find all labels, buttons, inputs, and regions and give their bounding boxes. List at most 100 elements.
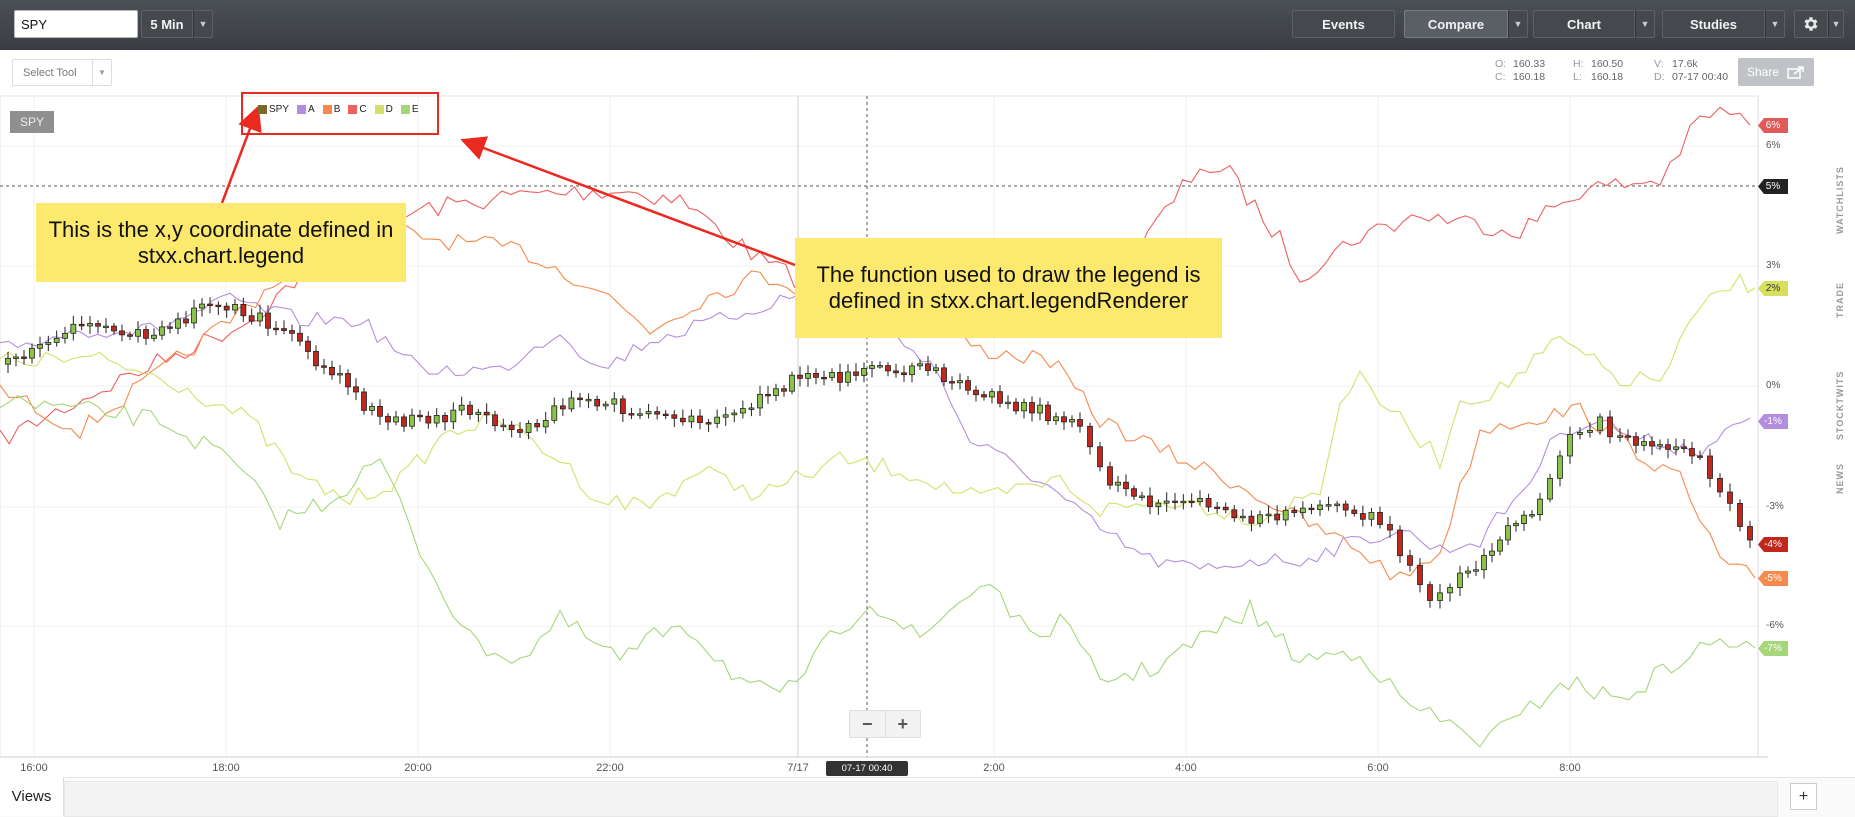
spy-candle-body [1649, 441, 1655, 447]
spy-candle-body [933, 367, 939, 371]
y-axis-price-tag: 6% [1758, 118, 1788, 133]
spy-candle-body [119, 330, 125, 336]
side-tab-news[interactable]: NEWS [1826, 448, 1854, 510]
spy-candle-body [1299, 507, 1306, 513]
spy-candle-body [159, 326, 165, 336]
y-axis-label: 6% [1766, 140, 1781, 151]
spy-candle-body [1747, 526, 1753, 541]
y-axis-price-tag: -5% [1758, 571, 1788, 586]
spy-candle-body [997, 391, 1003, 404]
spy-candle-body [1567, 434, 1573, 457]
x-axis-label: 16:00 [20, 762, 48, 774]
spy-candle-body [1061, 416, 1067, 423]
spy-candle-body [1282, 509, 1289, 521]
spy-candle-body [433, 415, 440, 424]
spy-candle-body [377, 405, 383, 417]
spy-candle-body [450, 409, 457, 423]
spy-candle-body [207, 303, 213, 306]
spy-candle-body [739, 408, 746, 414]
side-tab-trade[interactable]: TRADE [1826, 262, 1854, 338]
spy-candle-body [191, 307, 197, 324]
spy-candle-body [199, 303, 205, 309]
spy-candle-body [1697, 455, 1703, 458]
spy-candle-body [1505, 525, 1511, 541]
plot-area [0, 95, 1759, 758]
spy-candle-body [240, 303, 247, 317]
spy-candle-body [1291, 509, 1298, 513]
spy-candle-body [731, 412, 738, 416]
spy-candle-body [893, 370, 899, 374]
spy-candle-body [483, 411, 490, 416]
spy-candle-body [21, 356, 27, 359]
zoom-out-button[interactable]: − [850, 711, 886, 737]
spy-candle-body [1325, 504, 1332, 507]
spy-candle-body [442, 415, 448, 423]
spy-candle-body [1115, 481, 1121, 486]
spy-candle-body [1147, 495, 1153, 508]
spy-candle-body [1717, 477, 1723, 493]
spy-candle-body [361, 391, 367, 411]
spy-candle-body [143, 329, 149, 339]
spy-candle-body [1131, 488, 1137, 497]
spy-candle-body [337, 373, 343, 376]
spy-candle-body [551, 405, 558, 421]
spy-candle-body [662, 413, 669, 417]
zoom-in-button[interactable]: + [886, 711, 921, 737]
spy-candle-body [1737, 502, 1743, 527]
add-view-button[interactable]: + [1790, 783, 1817, 810]
spy-candle-body [289, 330, 295, 334]
spy-candle-body [611, 398, 618, 405]
x-axis-label: 8:00 [1559, 762, 1581, 774]
spy-candle-body [909, 365, 915, 376]
spy-candle-body [5, 357, 11, 365]
views-button[interactable]: Views [0, 777, 64, 816]
spy-candle-body [167, 326, 173, 329]
spy-candle-body [1633, 436, 1639, 446]
spy-candle-body [1155, 502, 1162, 508]
spy-candle-body [70, 323, 77, 334]
spy-candle-body [941, 367, 947, 382]
spy-candle-body [1457, 572, 1463, 588]
spy-candle-body [757, 393, 763, 409]
spy-candle-body [1427, 584, 1433, 601]
spy-candle-body [1021, 402, 1027, 412]
spy-candle-body [273, 327, 279, 331]
spy-candle-body [369, 405, 375, 411]
spy-candle-body [1597, 416, 1603, 431]
y-axis-label: -6% [1766, 620, 1784, 631]
legend-highlight-box [241, 92, 439, 135]
spy-candle-body [821, 376, 827, 380]
side-tab-watchlists[interactable]: WATCHLISTS [1826, 150, 1854, 250]
y-axis-label: -3% [1766, 501, 1784, 512]
spy-candle-body [29, 347, 35, 359]
spy-candle-body [257, 312, 263, 322]
spy-candle-body [1172, 500, 1178, 503]
spy-candle-body [925, 363, 931, 371]
spy-candle-body [773, 388, 779, 396]
spy-candle-body [559, 405, 566, 410]
spy-candle-body [1617, 435, 1623, 438]
spy-candle-body [1013, 401, 1019, 412]
spy-candle-body [1557, 455, 1563, 479]
side-tab-stocktwits[interactable]: STOCKTWITS [1826, 350, 1854, 460]
spy-candle-body [1231, 509, 1238, 519]
crosshair-date-label: 07-17 00:40 [826, 761, 908, 776]
spy-candle-body [1029, 402, 1035, 414]
spy-candle-body [425, 415, 432, 424]
zoom-control: − + [849, 710, 921, 738]
spy-candle-body [1397, 529, 1403, 557]
spy-candle-body [1342, 503, 1349, 511]
spy-candle-body [585, 398, 592, 402]
spy-candle-body [183, 318, 189, 324]
spy-candle-body [1673, 446, 1679, 450]
y-axis-price-tag: -7% [1758, 641, 1788, 656]
spy-candle-body [705, 422, 712, 425]
x-axis-label: 20:00 [404, 762, 432, 774]
spy-candle-body [103, 325, 109, 329]
views-scroll-track[interactable] [64, 781, 1778, 817]
spy-candle-body [111, 325, 117, 332]
spy-candle-body [1097, 446, 1103, 468]
spy-candle-body [525, 423, 532, 433]
y-axis-price-tag: 2% [1758, 281, 1788, 296]
spy-candle-body [175, 318, 181, 329]
